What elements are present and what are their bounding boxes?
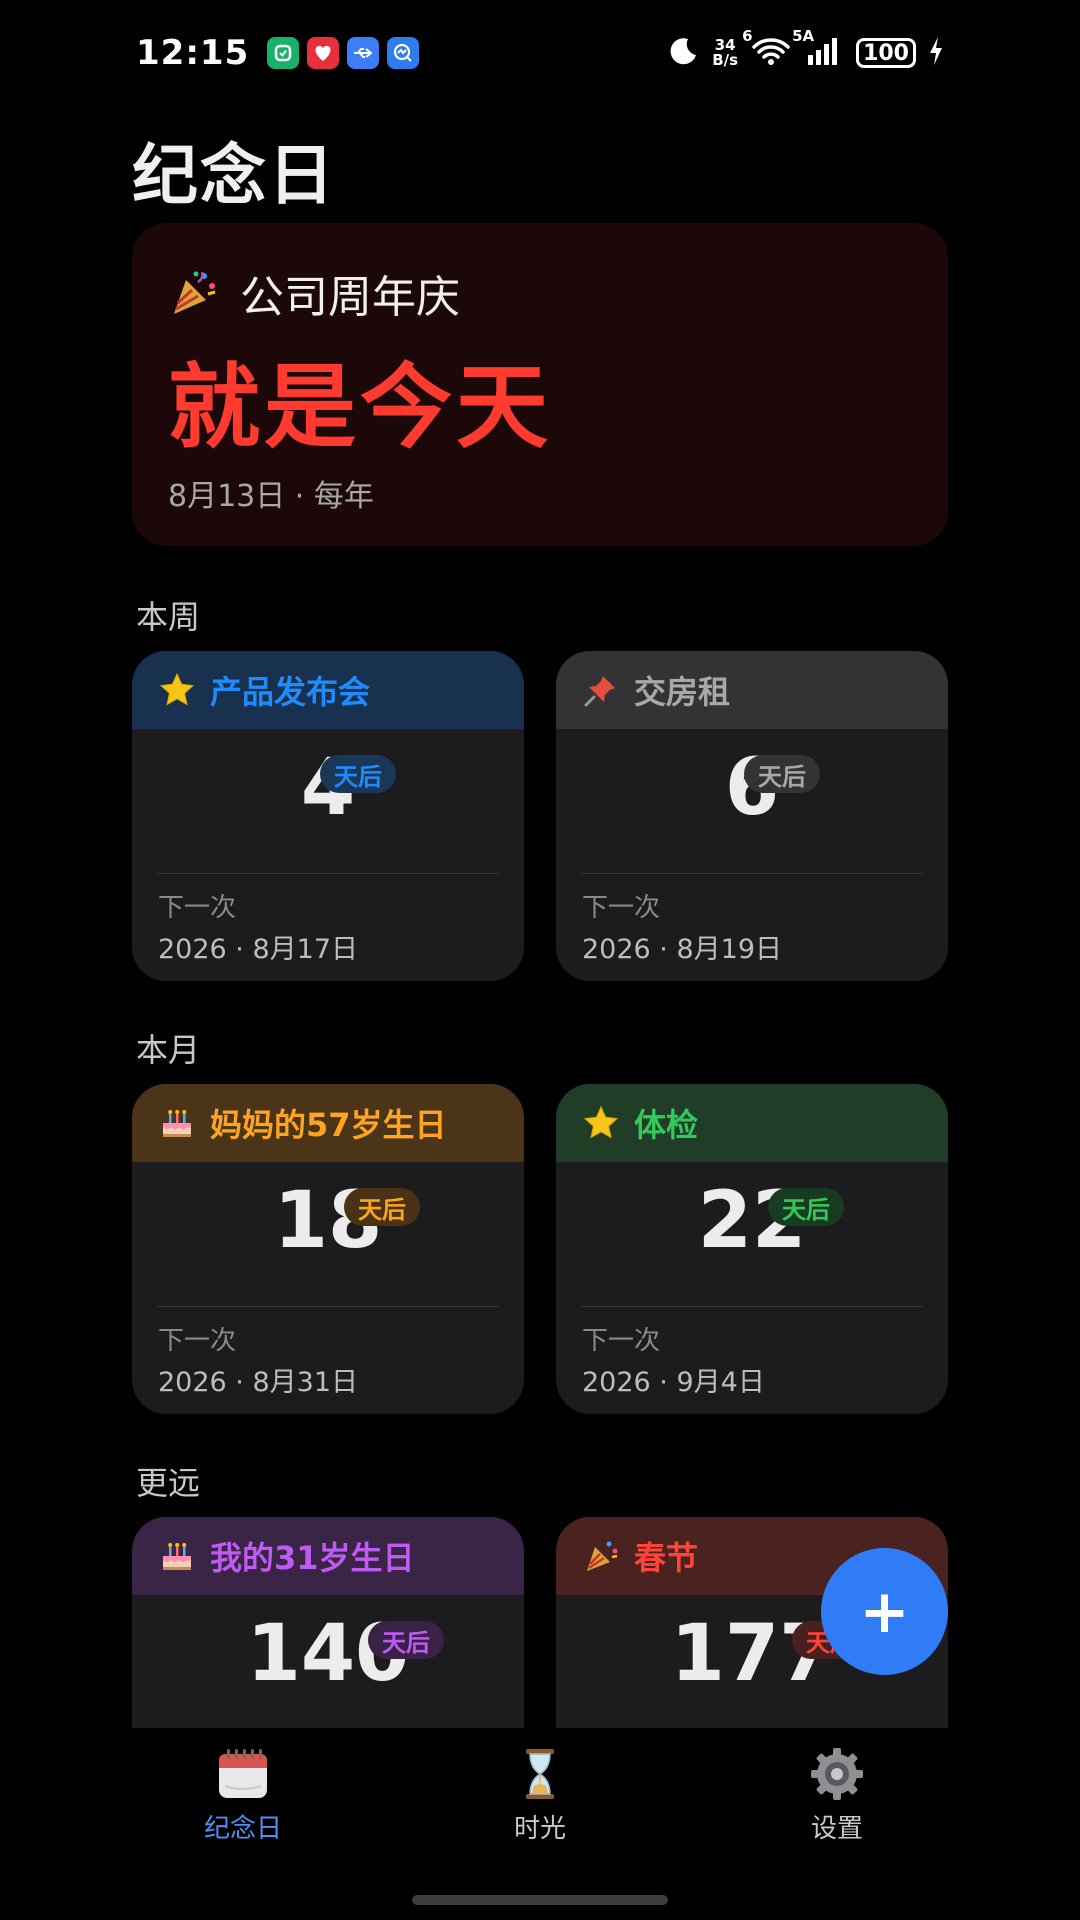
card-title: 妈妈的57岁生日	[210, 1106, 447, 1144]
next-date: 2026 · 8月19日	[582, 934, 782, 965]
section-this-week: 本周	[136, 598, 201, 636]
nav-item-time[interactable]: 时光	[440, 1746, 640, 1845]
card-header: 妈妈的57岁生日	[132, 1084, 524, 1162]
battery-indicator: 100	[856, 38, 916, 68]
status-right: 34 B/s 6 5A 100	[668, 27, 944, 71]
nav-label-settings: 设置	[810, 1814, 863, 1844]
card-divider	[582, 1306, 922, 1307]
section-later: 更远	[136, 1464, 201, 1502]
days-badge: 天后	[320, 755, 396, 793]
card-title: 产品发布会	[210, 673, 371, 711]
signal-label: 5A	[792, 27, 815, 45]
days-badge: 天后	[368, 1621, 444, 1659]
usb-notification-icon	[347, 37, 380, 69]
party-popper-icon	[582, 1537, 620, 1575]
card-header: 我的31岁生日	[132, 1517, 524, 1595]
page-title: 纪念日	[132, 137, 336, 214]
hero-status: 就是今天	[168, 354, 553, 461]
section-this-month: 本月	[136, 1031, 201, 1069]
days-badge: 天后	[768, 1188, 844, 1226]
card-divider	[158, 873, 498, 874]
star-icon	[158, 671, 196, 709]
hero-header: 公司周年庆	[168, 261, 460, 325]
wifi-icon: 6	[742, 27, 792, 71]
gear-icon	[809, 1746, 865, 1802]
add-event-button[interactable]: +	[821, 1548, 948, 1675]
nav-item-anniversary[interactable]: 纪念日	[143, 1746, 343, 1845]
cake-icon	[158, 1104, 196, 1142]
network-speed-unit: B/s	[712, 51, 739, 69]
moon-icon	[668, 35, 700, 71]
next-date: 2026 · 9月4日	[582, 1367, 765, 1398]
next-label: 下一次	[582, 1326, 661, 1356]
wifi-label: 6	[742, 27, 753, 45]
nav-label-time: 时光	[513, 1814, 566, 1844]
status-time: 12:15	[136, 33, 250, 73]
home-indicator[interactable]	[412, 1895, 668, 1905]
next-date: 2026 · 8月17日	[158, 934, 358, 965]
next-label: 下一次	[158, 1326, 237, 1356]
event-card[interactable]: 产品发布会4天后下一次2026 · 8月17日	[132, 651, 524, 981]
event-card[interactable]: 体检 22 天后下一次 2026 · 9月4日	[556, 1084, 948, 1414]
health-notification-icon	[307, 37, 340, 69]
nav-item-settings[interactable]: 设置	[737, 1746, 937, 1845]
card-header: 产品发布会	[132, 651, 524, 729]
network-speed: 34 B/s	[712, 38, 738, 68]
cake-icon	[158, 1537, 196, 1575]
days-count: 18	[273, 1176, 383, 1266]
hero-event-name: 公司周年庆	[240, 272, 460, 323]
event-card[interactable]: 我的31岁生日 140 天后	[132, 1517, 524, 1728]
signal-icon: 5A	[792, 27, 844, 71]
card-title: 我的31岁生日	[210, 1539, 415, 1577]
card-title: 交房租	[634, 673, 731, 711]
card-title: 体检	[634, 1106, 699, 1144]
card-divider	[582, 873, 922, 874]
status-left: 12:15	[136, 33, 420, 73]
card-title: 春节	[634, 1539, 699, 1577]
calendar-icon	[215, 1746, 271, 1802]
nav-label-anniversary: 纪念日	[203, 1814, 282, 1844]
star-icon	[582, 1104, 620, 1142]
monitor-notification-icon	[387, 37, 420, 69]
bottom-nav: 纪念日 时光 设置	[0, 1728, 1080, 1920]
days-count: 22	[697, 1176, 807, 1266]
hero-date: 8月13日 · 每年	[168, 479, 374, 514]
days-count: 140	[246, 1609, 410, 1699]
card-divider	[158, 1306, 498, 1307]
plus-icon: +	[859, 1576, 910, 1647]
event-card[interactable]: 妈妈的57岁生日 18 天后下一次 2026 · 8月31日	[132, 1084, 524, 1414]
days-badge: 天后	[744, 755, 820, 793]
party-popper-icon	[168, 268, 218, 318]
event-card[interactable]: 交房租6天后下一次2026 · 8月19日	[556, 651, 948, 981]
days-badge: 天后	[344, 1188, 420, 1226]
hourglass-icon	[512, 1746, 568, 1802]
next-label: 下一次	[582, 893, 661, 923]
next-date: 2026 · 8月31日	[158, 1367, 358, 1398]
pushpin-icon	[582, 671, 620, 709]
today-event-card[interactable]: 公司周年庆 就是今天 8月13日 · 每年	[132, 223, 948, 546]
app-notification-icon	[267, 37, 300, 69]
charging-icon	[928, 36, 944, 70]
next-label: 下一次	[158, 893, 237, 923]
card-header: 交房租	[556, 651, 948, 729]
card-header: 体检	[556, 1084, 948, 1162]
status-bar: 12:15 34 B/s 6 5A 100	[136, 27, 944, 78]
